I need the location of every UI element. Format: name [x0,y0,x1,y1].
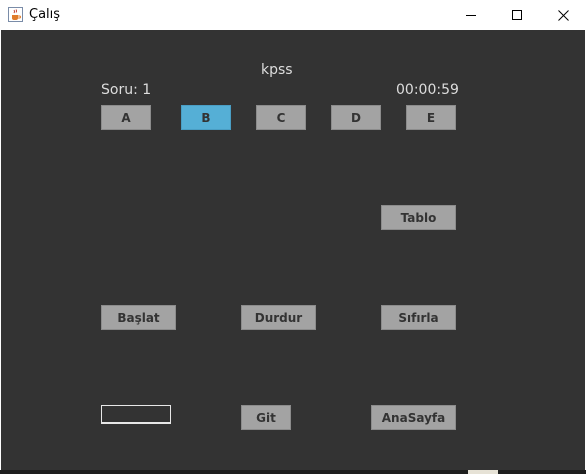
title-bar: Çalış [0,0,586,30]
go-button[interactable]: Git [241,405,291,430]
taskbar-item [468,470,498,474]
option-c-button[interactable]: C [256,105,306,130]
option-b-button[interactable]: B [181,105,231,130]
reset-button[interactable]: Sıfırla [381,305,456,330]
window-title: Çalış [29,7,61,22]
home-page-button[interactable]: AnaSayfa [371,405,456,430]
option-a-button[interactable]: A [101,105,151,130]
taskbar-edge [0,470,586,474]
start-button[interactable]: Başlat [101,305,176,330]
stop-button[interactable]: Durdur [241,305,316,330]
app-window: Çalış kpss Soru: 1 00:00:59 A B C D E Ta… [0,0,586,474]
minimize-icon [466,10,476,20]
close-icon [557,9,569,21]
heading-label: kpss [261,62,293,78]
maximize-button[interactable] [494,0,540,30]
goto-question-input[interactable] [101,405,171,424]
minimize-button[interactable] [448,0,494,30]
question-label: Soru: 1 [101,82,152,98]
option-e-button[interactable]: E [406,105,456,130]
option-d-button[interactable]: D [331,105,381,130]
java-coffee-cup-icon [8,7,23,22]
maximize-icon [512,10,522,20]
timer-label: 00:00:59 [396,82,459,98]
tablo-button[interactable]: Tablo [381,205,456,230]
main-panel: kpss Soru: 1 00:00:59 A B C D E Tablo Ba… [1,30,585,470]
close-button[interactable] [540,0,586,30]
